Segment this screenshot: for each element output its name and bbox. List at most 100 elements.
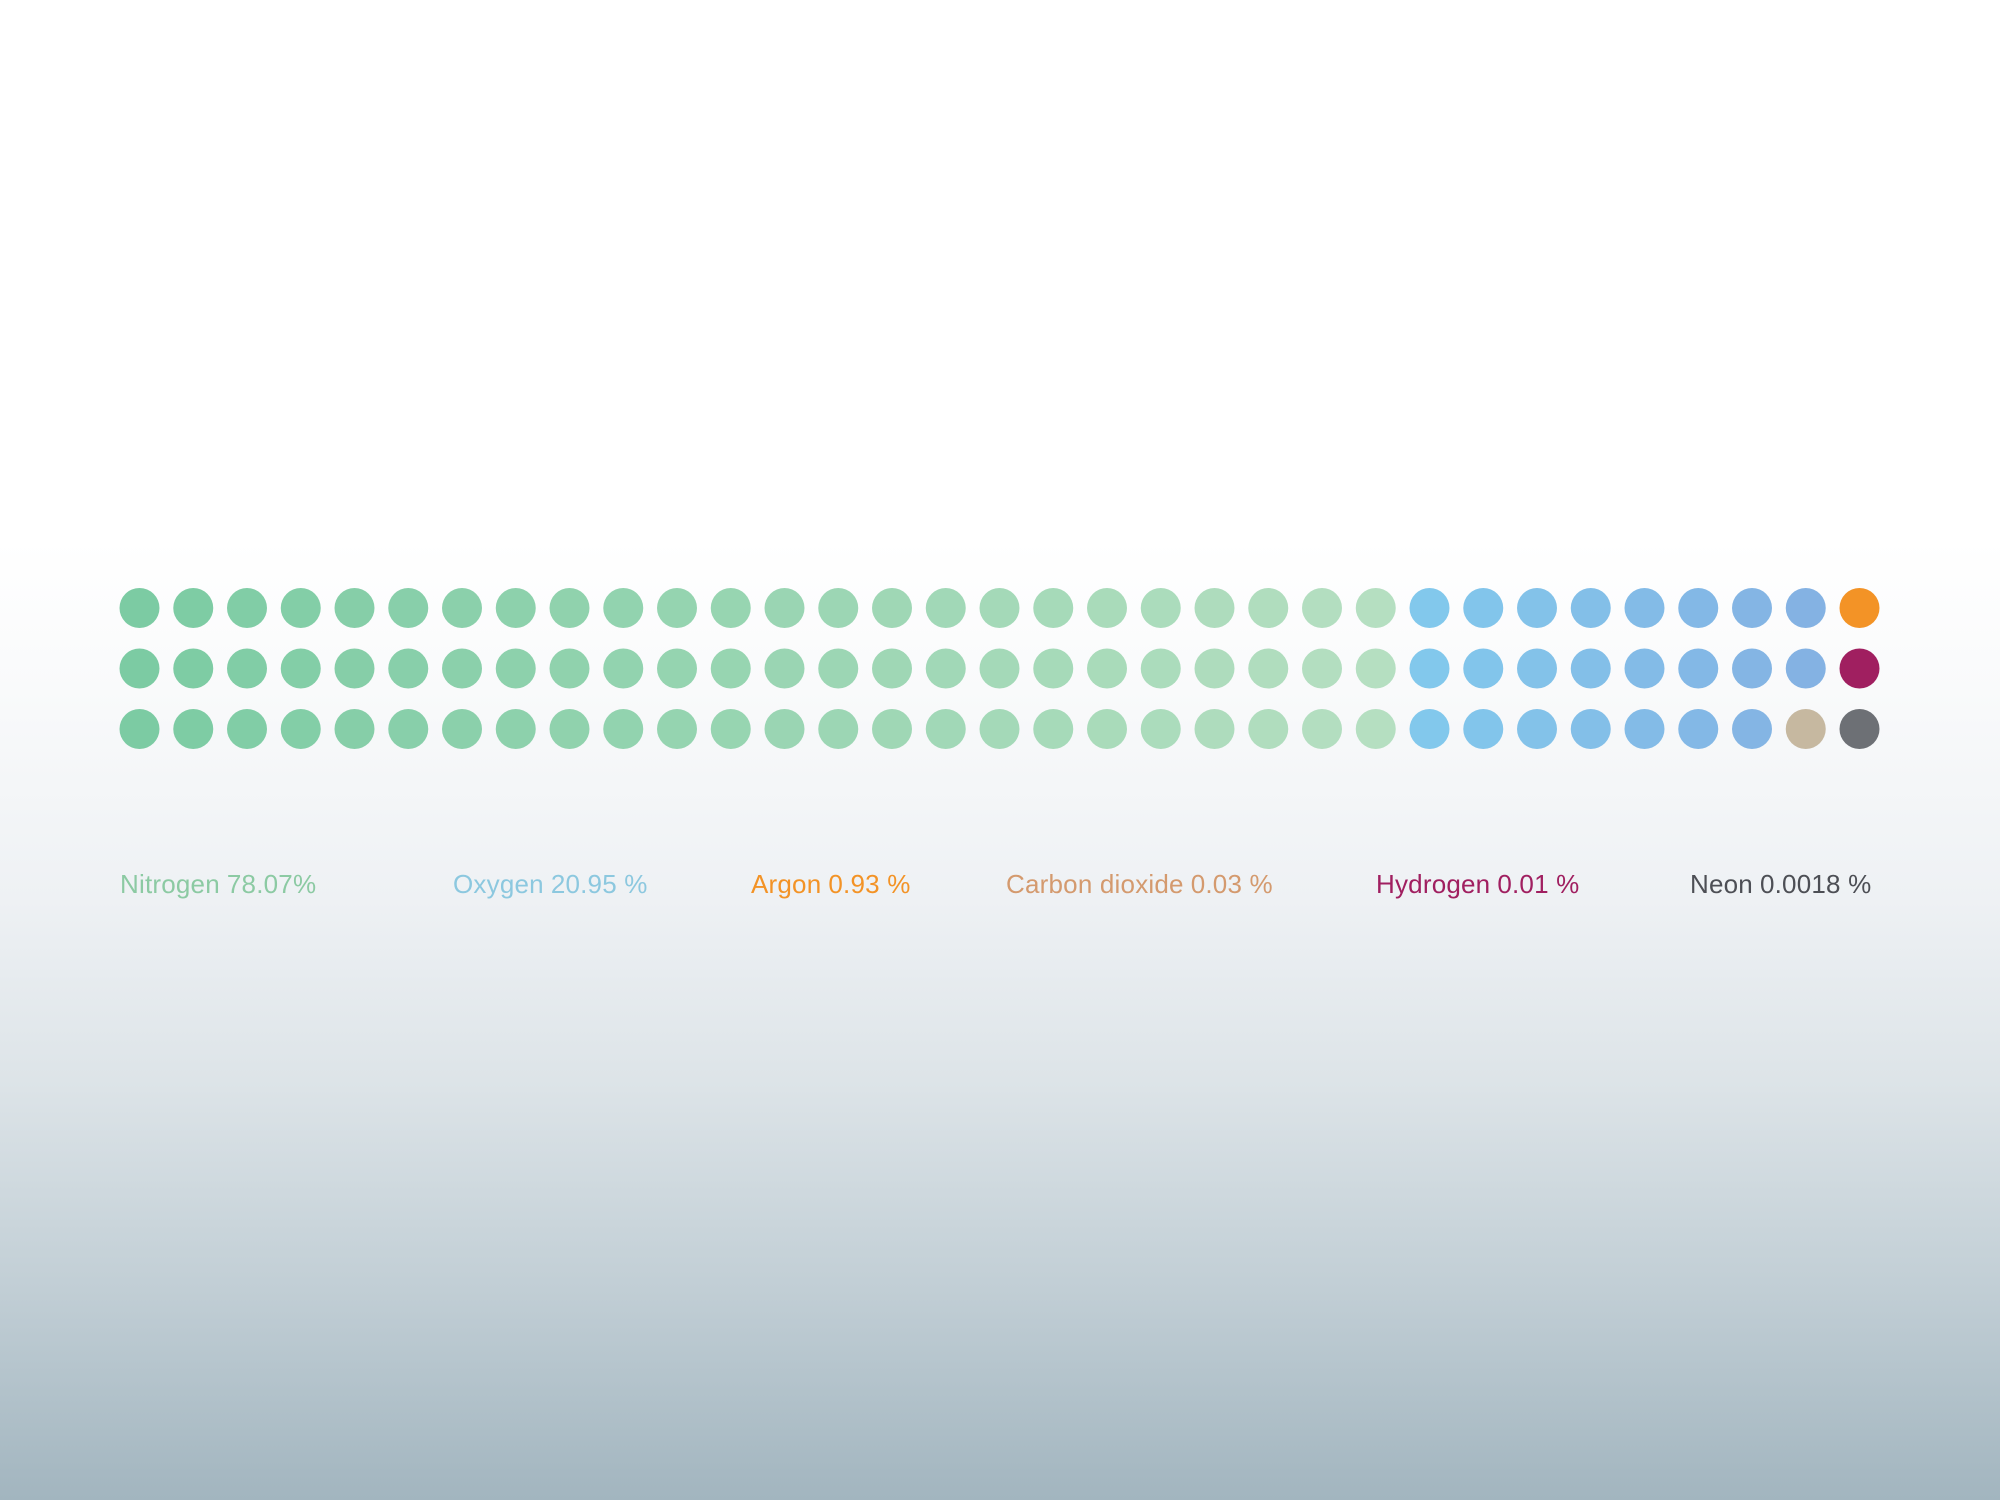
dot-nitrogen xyxy=(1302,709,1342,749)
dot-oxygen xyxy=(1678,588,1719,628)
dot-oxygen xyxy=(1409,648,1450,689)
dot-oxygen xyxy=(1732,588,1772,628)
dot-oxygen xyxy=(1678,648,1719,689)
dot-oxygen xyxy=(1517,709,1557,749)
dot-nitrogen xyxy=(979,709,1020,749)
dot-nitrogen xyxy=(872,588,912,628)
dot-nitrogen xyxy=(764,648,805,689)
dot-nitrogen xyxy=(710,709,751,749)
dot-nitrogen xyxy=(280,648,321,689)
dot-oxygen xyxy=(1785,648,1826,689)
dot-nitrogen xyxy=(925,588,966,628)
dot-nitrogen xyxy=(603,709,644,749)
dot-nitrogen xyxy=(442,709,482,749)
dot-nitrogen xyxy=(710,588,751,628)
dot-nitrogen xyxy=(442,588,482,628)
dot-nitrogen xyxy=(1033,709,1074,749)
dot-nitrogen xyxy=(442,648,482,689)
dot-oxygen xyxy=(1570,588,1611,628)
dot-nitrogen xyxy=(979,648,1020,689)
dot-nitrogen xyxy=(1248,588,1289,628)
dot-oxygen xyxy=(1624,709,1665,749)
dot-nitrogen xyxy=(119,648,160,689)
dot-nitrogen xyxy=(280,709,321,749)
dot-nitrogen xyxy=(1355,709,1396,749)
dot-nitrogen xyxy=(227,648,267,689)
dot-nitrogen xyxy=(1033,648,1074,689)
dot-neon xyxy=(1839,709,1880,749)
dot-oxygen xyxy=(1409,709,1450,749)
dot-nitrogen xyxy=(1087,648,1127,689)
dot-nitrogen xyxy=(173,709,214,749)
dot-nitrogen xyxy=(119,588,160,628)
dot-nitrogen xyxy=(764,588,805,628)
dot-nitrogen xyxy=(872,648,912,689)
dot-nitrogen xyxy=(1355,588,1396,628)
dot-nitrogen xyxy=(227,709,267,749)
dot-nitrogen xyxy=(657,709,697,749)
dot-nitrogen xyxy=(334,709,375,749)
dot-nitrogen xyxy=(1194,709,1235,749)
dot-nitrogen xyxy=(764,709,805,749)
dot-nitrogen xyxy=(388,709,429,749)
dot-oxygen xyxy=(1409,588,1450,628)
dot-oxygen xyxy=(1463,648,1504,689)
dot-nitrogen xyxy=(657,648,697,689)
dot-nitrogen xyxy=(1087,709,1127,749)
dot-nitrogen xyxy=(119,709,160,749)
dot-nitrogen xyxy=(603,588,644,628)
dot-nitrogen xyxy=(388,648,429,689)
dot-nitrogen xyxy=(1302,588,1342,628)
dot-nitrogen xyxy=(173,588,214,628)
dot-nitrogen xyxy=(1194,588,1235,628)
dot-oxygen xyxy=(1624,648,1665,689)
dot-carbon-dioxide xyxy=(1785,709,1826,749)
dot-nitrogen xyxy=(549,588,590,628)
dot-nitrogen xyxy=(280,588,321,628)
dot-nitrogen xyxy=(1194,648,1235,689)
dot-oxygen xyxy=(1785,588,1826,628)
dot-nitrogen xyxy=(925,648,966,689)
dot-nitrogen xyxy=(495,588,536,628)
dot-nitrogen xyxy=(872,709,912,749)
dot-nitrogen xyxy=(1355,648,1396,689)
dot-nitrogen xyxy=(1248,648,1289,689)
dot-nitrogen xyxy=(1140,648,1181,689)
dot-nitrogen xyxy=(388,588,429,628)
dot-nitrogen xyxy=(818,588,859,628)
dot-oxygen xyxy=(1570,709,1611,749)
dot-oxygen xyxy=(1732,648,1772,689)
dot-oxygen xyxy=(1463,709,1504,749)
dot-nitrogen xyxy=(818,648,859,689)
dot-hydrogen xyxy=(1839,648,1880,689)
dot-nitrogen xyxy=(925,709,966,749)
dot-nitrogen xyxy=(334,588,375,628)
dot-nitrogen xyxy=(227,588,267,628)
dot-nitrogen xyxy=(1140,709,1181,749)
dot-oxygen xyxy=(1624,588,1665,628)
dot-nitrogen xyxy=(979,588,1020,628)
waffle-chart xyxy=(119,588,1880,749)
dot-nitrogen xyxy=(173,648,214,689)
dot-nitrogen xyxy=(1248,709,1289,749)
dot-nitrogen xyxy=(1033,588,1074,628)
dot-oxygen xyxy=(1732,709,1772,749)
dot-nitrogen xyxy=(1302,648,1342,689)
dot-oxygen xyxy=(1517,588,1557,628)
dot-nitrogen xyxy=(334,648,375,689)
dot-oxygen xyxy=(1678,709,1719,749)
dot-oxygen xyxy=(1517,648,1557,689)
dot-argon xyxy=(1839,588,1880,628)
dot-nitrogen xyxy=(818,709,859,749)
dot-nitrogen xyxy=(549,648,590,689)
dot-oxygen xyxy=(1570,648,1611,689)
dot-nitrogen xyxy=(710,648,751,689)
dot-nitrogen xyxy=(603,648,644,689)
dot-oxygen xyxy=(1463,588,1504,628)
dot-nitrogen xyxy=(549,709,590,749)
dot-nitrogen xyxy=(495,709,536,749)
dot-nitrogen xyxy=(495,648,536,689)
dot-nitrogen xyxy=(657,588,697,628)
dot-nitrogen xyxy=(1087,588,1127,628)
dot-nitrogen xyxy=(1140,588,1181,628)
